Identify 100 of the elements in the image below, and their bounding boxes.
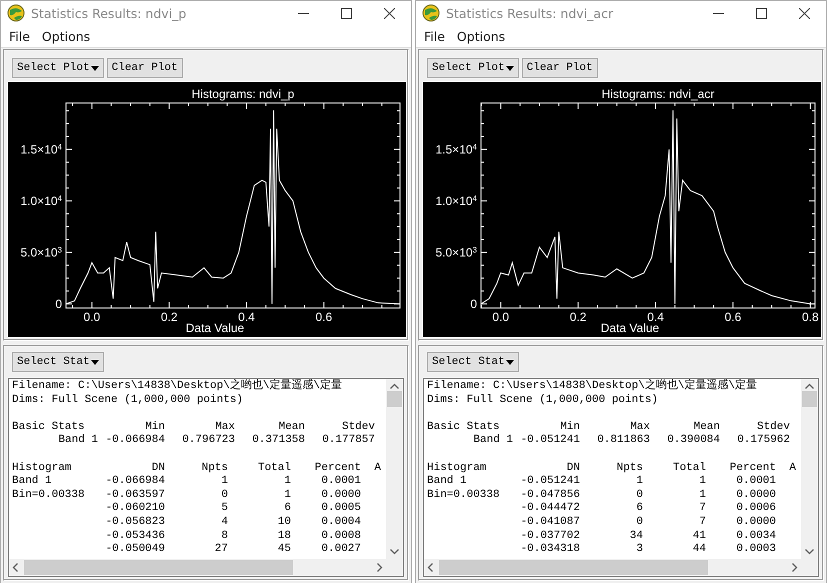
table-cell-text: 1 xyxy=(698,475,706,489)
column-header: DN xyxy=(566,462,580,476)
scroll-thumb[interactable] xyxy=(802,391,817,407)
axis-title: Data Value xyxy=(186,321,244,335)
table-cell-text: 18 xyxy=(276,530,291,544)
table-cell-text: -0.063597 xyxy=(104,488,165,502)
section-label: Basic Stats xyxy=(12,420,86,434)
table-cell-text: 1 xyxy=(698,488,706,502)
table-cell-text: 1 xyxy=(283,488,291,502)
clear-button[interactable]: Clear Plot xyxy=(522,58,598,78)
menu-item[interactable]: File xyxy=(418,26,451,46)
scroll-right-icon[interactable] xyxy=(377,563,383,572)
maximize-icon[interactable] xyxy=(756,8,767,18)
table-cell-text: -0.034318 xyxy=(520,543,580,557)
row-label: Band 1 xyxy=(427,475,468,489)
column-header: Min xyxy=(144,420,165,434)
maximize-icon[interactable] xyxy=(341,8,352,18)
chart-title: Histograms: ndvi_p xyxy=(192,87,294,101)
table-cell-text: 0.0003 xyxy=(735,543,776,557)
table-cell-text: 3 xyxy=(635,543,643,557)
table-cell-text: 0.0000 xyxy=(735,516,776,530)
scroll-thumb[interactable] xyxy=(439,560,708,575)
tick-label: 0 xyxy=(470,296,477,311)
table-cell-text: 7 xyxy=(698,516,706,530)
column-header: Stdev xyxy=(340,420,375,434)
table-cell-text: 0.0000 xyxy=(320,488,361,502)
table-cell-text: 0.175962 xyxy=(736,434,790,448)
menu-item[interactable]: File xyxy=(3,26,36,46)
tick-label: 0.6 xyxy=(724,310,742,324)
tick-label: 1.5×10$^{4}$ xyxy=(436,142,477,156)
close-icon[interactable] xyxy=(384,8,395,18)
window-title: Statistics Results: ndvi_acr xyxy=(446,6,614,20)
table-cell-text: 0.796723 xyxy=(181,434,235,448)
axis-title: Data Value xyxy=(600,321,660,335)
scroll-thumb[interactable] xyxy=(24,560,293,575)
tick-label: 0.4 xyxy=(647,310,664,324)
clear-button[interactable]: Clear Plot xyxy=(106,58,183,78)
caret-icon xyxy=(90,66,99,70)
table-cell-text: 0 xyxy=(635,488,643,502)
column-header: Max xyxy=(629,420,650,434)
tick-label: 0.6 xyxy=(316,310,332,324)
table-cell-text: 0.0006 xyxy=(735,502,776,516)
scroll-thumb[interactable] xyxy=(387,391,402,407)
table-cell-text: 0 xyxy=(220,488,228,502)
horizontal-scrollbar[interactable] xyxy=(9,559,386,576)
table-cell-text: 5 xyxy=(220,502,228,516)
tick-label: 5.0×10$^{3}$ xyxy=(20,244,62,260)
table-cell-text: -0.051241 xyxy=(520,434,580,448)
table-cell-text: 45 xyxy=(276,543,291,557)
table-cell-text: 1 xyxy=(635,475,643,489)
table-cell-text: 6 xyxy=(283,502,291,516)
vertical-scrollbar[interactable] xyxy=(801,379,818,559)
table-cell-text: -0.066984 xyxy=(104,434,165,448)
row-label: Band 1 xyxy=(57,434,98,448)
tick-label: 0.2 xyxy=(570,310,586,324)
table-cell-text: -0.050049 xyxy=(104,543,165,557)
column-header: Percent xyxy=(314,462,361,476)
table-cell-text: -0.047856 xyxy=(520,488,580,502)
table-cell-text: -0.066984 xyxy=(104,475,165,489)
scroll-up-icon[interactable] xyxy=(390,383,399,389)
dropdown-button[interactable]: Select Plot xyxy=(12,58,104,78)
table-cell-text: 0 xyxy=(635,516,643,530)
table-cell-text: 41 xyxy=(692,530,706,544)
close-icon[interactable] xyxy=(799,8,810,18)
tick-label: 0.4 xyxy=(238,310,255,324)
dropdown-button[interactable]: Select Plot xyxy=(427,58,519,78)
table-cell-text: 0.0001 xyxy=(320,475,361,489)
tick-label: 0.8 xyxy=(802,310,819,324)
scroll-left-icon[interactable] xyxy=(12,563,18,572)
table-cell-text: 0.371358 xyxy=(251,434,305,448)
table-cell-text: 0.811863 xyxy=(596,434,650,448)
scroll-left-icon[interactable] xyxy=(427,563,433,572)
vertical-scrollbar[interactable] xyxy=(386,379,403,559)
chart-title: Histograms: ndvi_acr xyxy=(602,87,714,101)
dropdown-button[interactable]: Select Stat xyxy=(427,352,519,372)
globe-icon xyxy=(422,4,440,22)
dims-text: Dims: Full Scene (1,000,000 points) xyxy=(12,394,244,408)
row-label: Band 1 xyxy=(12,475,53,489)
horizontal-scrollbar[interactable] xyxy=(424,559,801,576)
column-header: Npts xyxy=(200,462,228,476)
table-cell-text: 27 xyxy=(214,543,228,557)
scroll-down-icon[interactable] xyxy=(805,549,814,555)
column-header: Total xyxy=(672,462,706,476)
scroll-down-icon[interactable] xyxy=(390,549,399,555)
tick-label: 5.0×10$^{3}$ xyxy=(436,244,477,260)
menu-item[interactable]: Options xyxy=(450,26,512,46)
tick-label: 0.0 xyxy=(492,310,510,324)
scroll-up-icon[interactable] xyxy=(805,383,814,389)
caret-icon xyxy=(506,66,514,70)
tick-label: 1.0×10$^{4}$ xyxy=(20,193,62,208)
column-header: Total xyxy=(256,462,291,476)
menu-item[interactable]: Options xyxy=(36,26,96,46)
scroll-right-icon[interactable] xyxy=(792,563,798,572)
table-cell-text: 6 xyxy=(635,502,643,516)
table-cell-text: 0.177857 xyxy=(321,434,375,448)
table-cell-text: -0.056823 xyxy=(104,516,165,530)
row-label: Bin=0.00338 xyxy=(427,488,501,502)
dropdown-button[interactable]: Select Stat xyxy=(12,352,104,372)
table-cell-text: 0.0001 xyxy=(735,475,776,489)
section-label: Histogram xyxy=(427,462,488,475)
